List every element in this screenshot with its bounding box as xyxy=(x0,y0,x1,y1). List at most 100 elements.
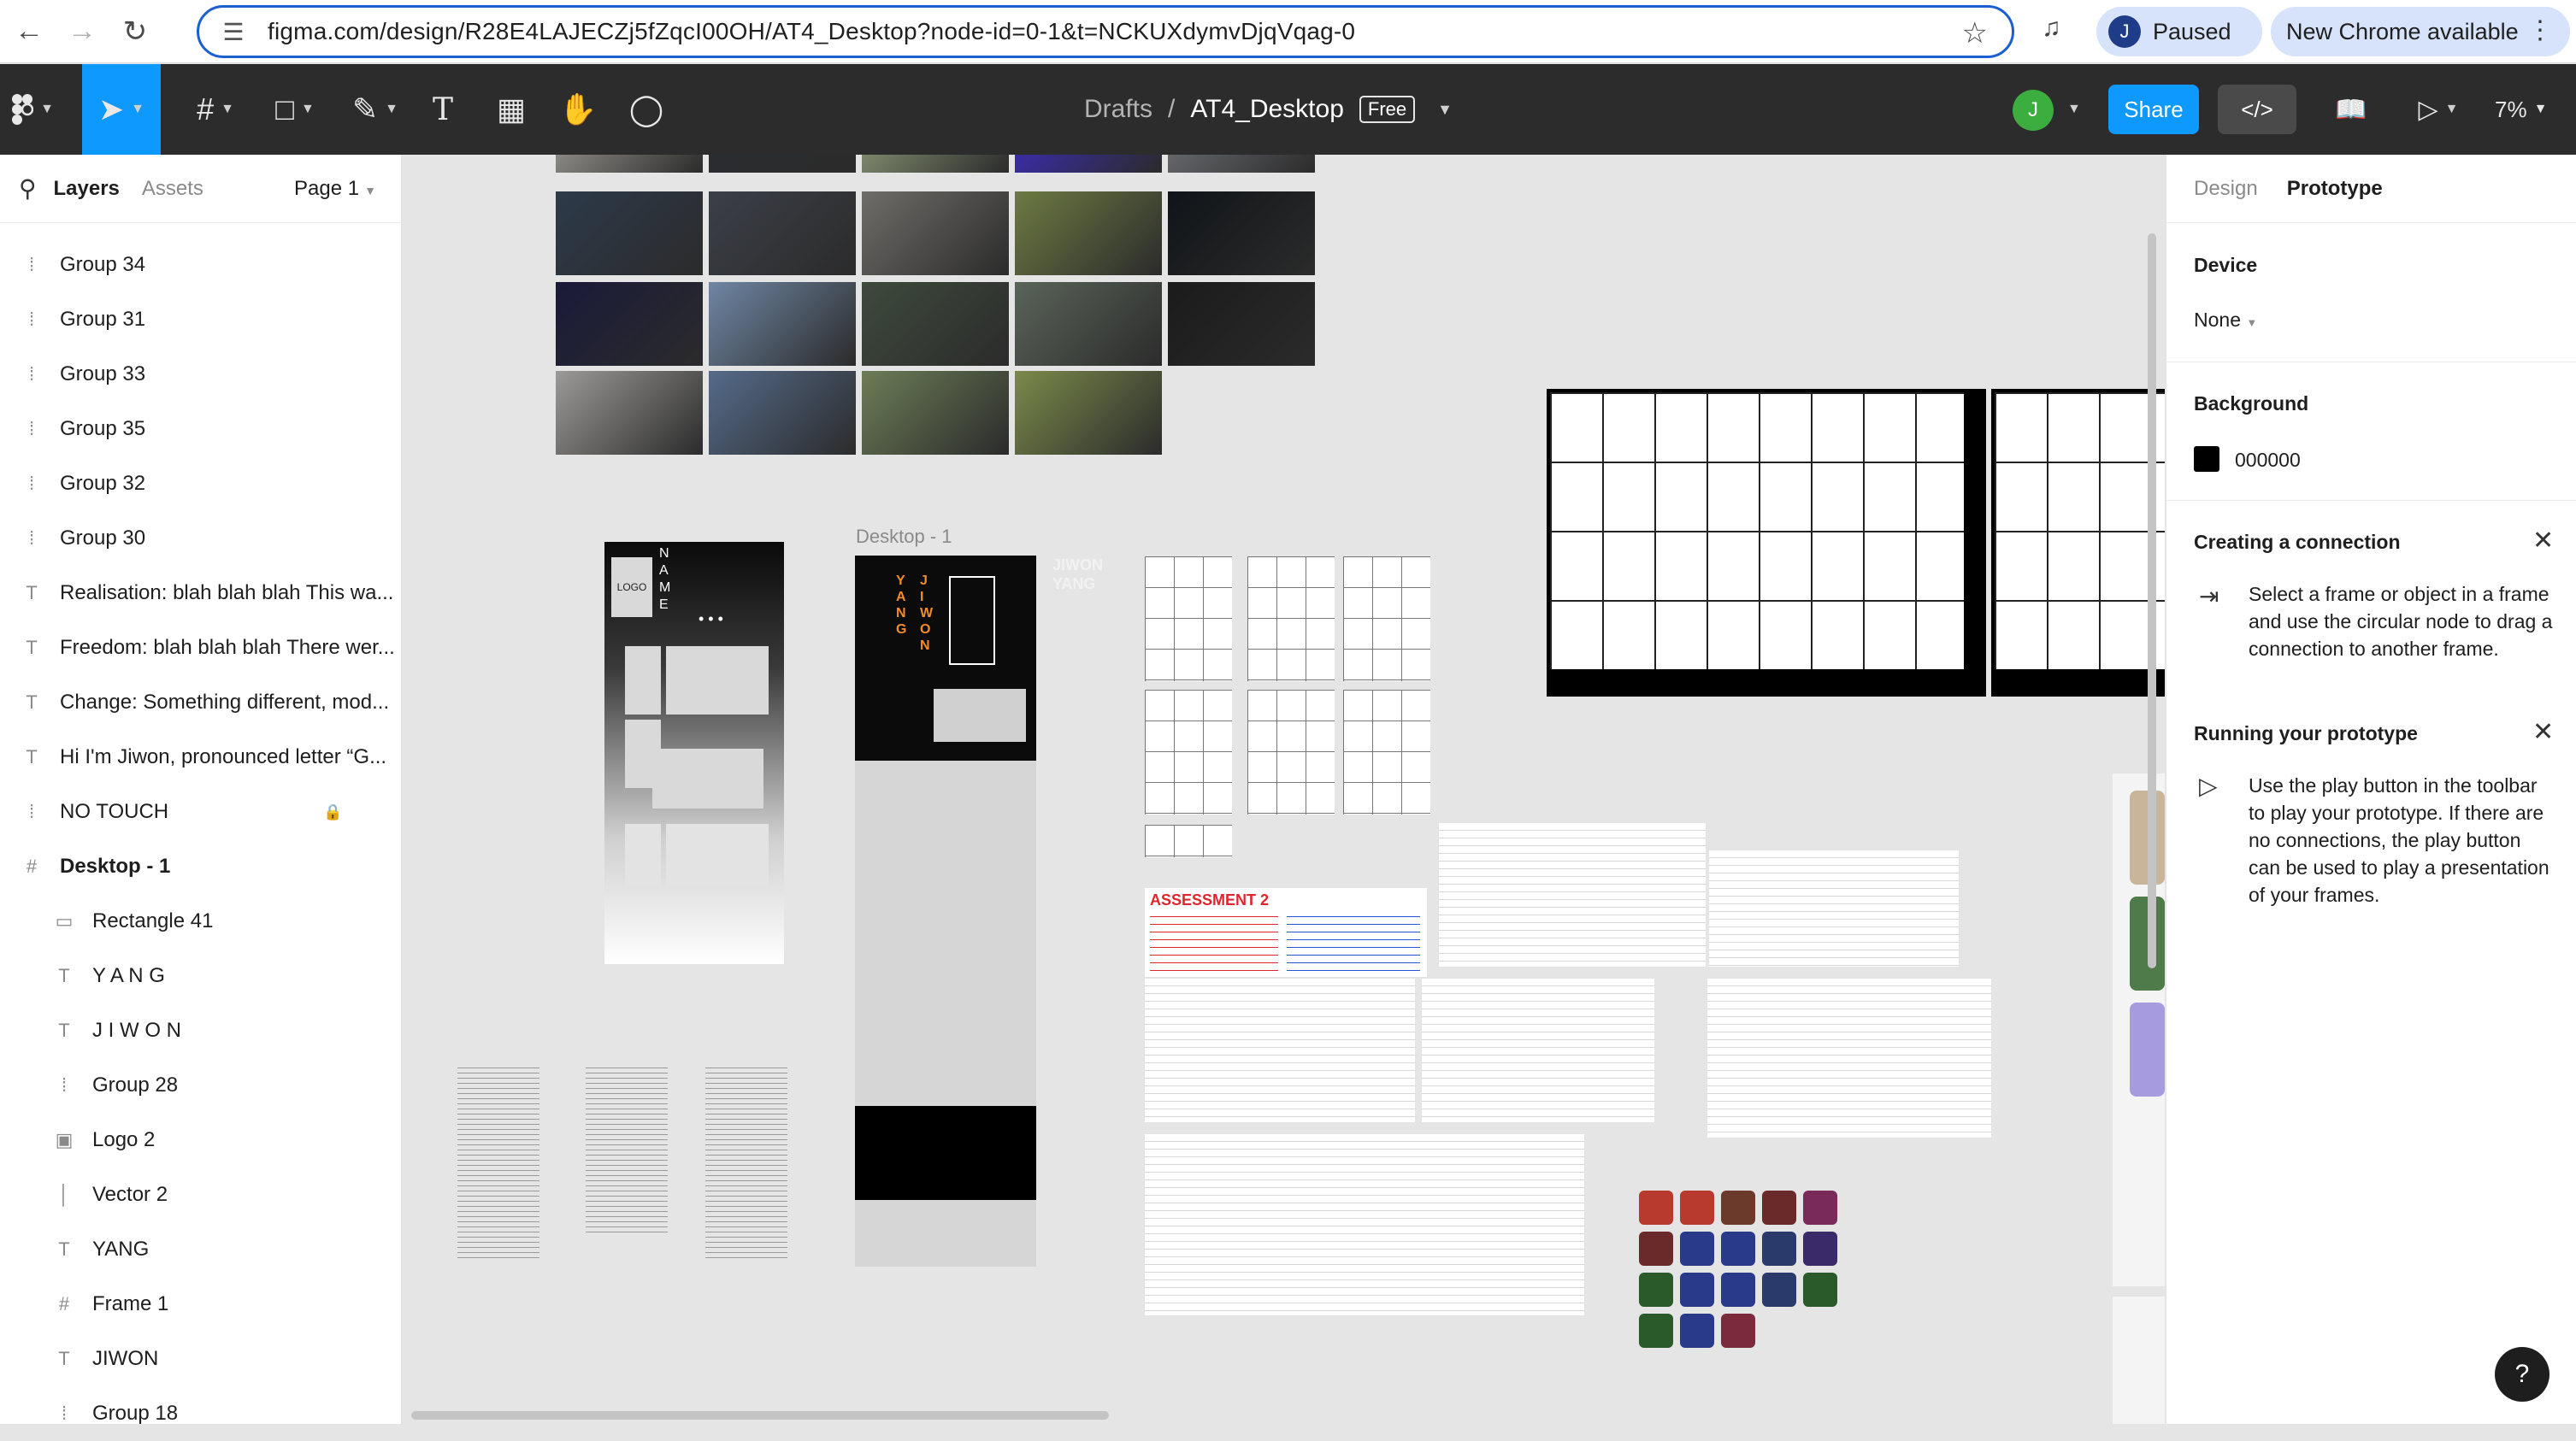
book-icon: 📖 xyxy=(2335,95,2367,124)
photo-thumbnail xyxy=(1168,155,1315,173)
poster-draft-grey[interactable]: LOGO N A M E • • • xyxy=(604,542,784,964)
tab-assets[interactable]: Assets xyxy=(142,177,203,201)
layer-row[interactable]: TY A N G xyxy=(0,949,402,1003)
assessment-title: ASSESSMENT 2 xyxy=(1150,891,1270,909)
dev-mode-toggle[interactable]: </> xyxy=(2218,85,2296,134)
layer-name: Change: Something different, mod... xyxy=(60,691,390,714)
text-tool-button[interactable]: T xyxy=(421,64,465,155)
background-hex-value[interactable]: 000000 xyxy=(2235,449,2301,472)
photo-thumbnail xyxy=(862,371,1009,455)
app-icon xyxy=(1803,1273,1837,1307)
profile-paused-button[interactable]: J Paused xyxy=(2096,7,2262,56)
partial-artboard[interactable] xyxy=(2113,773,2165,1286)
hand-tool-button[interactable]: ✋ xyxy=(556,64,600,155)
text-column-realisation[interactable] xyxy=(457,1066,539,1262)
layer-row[interactable]: # Desktop - 1 xyxy=(0,839,402,894)
poster-logo-mark xyxy=(949,576,995,665)
design-canvas[interactable]: LOGO N A M E • • • Desktop - 1 Y A N G J… xyxy=(403,155,2165,1424)
site-settings-icon[interactable]: ☰ xyxy=(208,18,259,46)
zoom-control[interactable]: 7% ▼ xyxy=(2495,64,2547,155)
resources-button[interactable]: ▦ xyxy=(489,64,533,155)
photo-thumbnail xyxy=(709,371,856,455)
frame-label-desktop-1[interactable]: Desktop - 1 xyxy=(856,526,952,548)
icon-sketch-grid[interactable] xyxy=(1547,389,1986,697)
layer-row[interactable]: ⁞ Group 34 xyxy=(0,238,402,292)
layer-row[interactable]: T Freedom: blah blah blah There wer... xyxy=(0,621,402,675)
layer-row[interactable]: ▣ Logo 2 xyxy=(0,1113,402,1168)
layer-row[interactable]: ⁞ Group 18 xyxy=(0,1386,402,1441)
file-name[interactable]: AT4_Desktop xyxy=(1190,95,1344,124)
partial-artboard-2[interactable] xyxy=(2113,1297,2165,1424)
library-button[interactable]: 📖 xyxy=(2329,64,2373,155)
chevron-down-icon: ▼ xyxy=(2533,102,2548,116)
question-mark-icon: ? xyxy=(2514,1360,2530,1388)
url-text[interactable]: figma.com/design/R28E4LAJECZj5fZqcI00OH/… xyxy=(268,18,1355,45)
horizontal-scrollbar[interactable] xyxy=(411,1411,1109,1420)
back-icon[interactable]: ← xyxy=(5,8,53,56)
page-selector[interactable]: Page 1 ▼ xyxy=(294,177,376,201)
assessment-notes[interactable]: ASSESSMENT 2 xyxy=(1145,888,1427,977)
comment-tool-button[interactable]: ◯ xyxy=(624,64,669,155)
share-button[interactable]: Share xyxy=(2108,85,2199,134)
layer-row[interactable]: ⁞ Group 28 xyxy=(0,1058,402,1113)
kebab-menu-icon[interactable]: ⋮ xyxy=(2527,15,2553,45)
vertical-scrollbar[interactable] xyxy=(2148,233,2156,968)
card-purple xyxy=(2130,1003,2165,1097)
text-column-freedom[interactable] xyxy=(586,1066,668,1237)
chevron-down-icon: ▼ xyxy=(131,102,144,116)
close-icon[interactable]: ✕ xyxy=(2532,717,2554,747)
layer-row[interactable]: T Change: Something different, mod... xyxy=(0,675,402,730)
group-icon: ⁞ xyxy=(28,254,35,275)
layer-row[interactable]: TJ I W O N xyxy=(0,1003,402,1058)
text-column-change[interactable] xyxy=(705,1066,787,1262)
layer-row[interactable]: ⁞ Group 33 xyxy=(0,347,402,402)
device-select[interactable]: None ▼ xyxy=(2194,309,2257,332)
mind-map-sheet xyxy=(1707,979,1991,1138)
layer-row[interactable]: ⁞ NO TOUCH 🔒 xyxy=(0,785,402,839)
background-swatch[interactable] xyxy=(2194,446,2219,472)
lock-icon[interactable]: 🔒 xyxy=(323,803,342,821)
layer-name: Freedom: blah blah blah There wer... xyxy=(60,636,395,659)
layer-row[interactable]: ⁞ Group 32 xyxy=(0,456,402,511)
address-bar[interactable]: ☰ figma.com/design/R28E4LAJECZj5fZqcI00O… xyxy=(197,5,2014,58)
layer-name: Hi I'm Jiwon, pronounced letter “G... xyxy=(60,745,387,768)
move-tool-button[interactable]: ➤ ▼ xyxy=(82,64,161,155)
layer-row[interactable]: T YANG xyxy=(0,1222,402,1277)
close-icon[interactable]: ✕ xyxy=(2532,526,2554,556)
layer-row[interactable]: │ Vector 2 xyxy=(0,1168,402,1222)
present-button[interactable]: ▷ ▼ xyxy=(2406,64,2471,155)
photo-thumbnail xyxy=(862,191,1009,275)
storyboard-sheet xyxy=(1343,690,1430,815)
help-button[interactable]: ? xyxy=(2495,1347,2549,1402)
breadcrumb-drafts[interactable]: Drafts xyxy=(1084,95,1152,124)
layer-row[interactable]: # Frame 1 xyxy=(0,1277,402,1332)
search-icon[interactable]: ⚲ xyxy=(19,174,37,203)
tab-prototype[interactable]: Prototype xyxy=(2287,177,2383,201)
main-menu-button[interactable]: ▼ xyxy=(0,64,65,155)
layer-row[interactable]: T JIWON xyxy=(0,1332,402,1386)
layer-row[interactable]: ⁞ Group 31 xyxy=(0,292,402,347)
app-icon xyxy=(1639,1273,1673,1307)
frame-tool-button[interactable]: # ▼ xyxy=(181,64,250,155)
poster-jiwon-text: J I W O N xyxy=(920,573,934,653)
bookmark-star-icon[interactable]: ☆ xyxy=(1962,16,1988,50)
user-avatar[interactable]: J xyxy=(2013,90,2054,131)
layer-row[interactable]: ⁞ Group 35 xyxy=(0,402,402,456)
forward-icon[interactable]: → xyxy=(58,8,106,56)
desktop-1-frame[interactable]: Y A N G J I W O N xyxy=(855,556,1036,1267)
layer-row[interactable]: ▭ Rectangle 41 xyxy=(0,894,402,949)
layer-row[interactable]: T Realisation: blah blah blah This wa... xyxy=(0,566,402,621)
tab-layers[interactable]: Layers xyxy=(54,177,120,201)
media-controls-icon[interactable]: ♫ xyxy=(2042,14,2061,43)
reload-icon[interactable]: ↻ xyxy=(111,8,159,56)
icon-sketch-grid-2[interactable] xyxy=(1991,389,2165,697)
file-menu-chevron-icon[interactable]: ▼ xyxy=(1437,101,1453,119)
layer-row[interactable]: ⁞ Group 30 xyxy=(0,511,402,566)
shape-tool-button[interactable]: □ ▼ xyxy=(262,64,328,155)
plan-badge[interactable]: Free xyxy=(1359,96,1416,123)
tab-design[interactable]: Design xyxy=(2194,177,2258,201)
chevron-down-icon[interactable]: ▼ xyxy=(2067,102,2081,117)
chrome-update-button[interactable]: New Chrome available ⋮ xyxy=(2271,7,2570,56)
pen-tool-button[interactable]: ✎ ▼ xyxy=(342,64,409,155)
layer-row[interactable]: T Hi I'm Jiwon, pronounced letter “G... xyxy=(0,730,402,785)
